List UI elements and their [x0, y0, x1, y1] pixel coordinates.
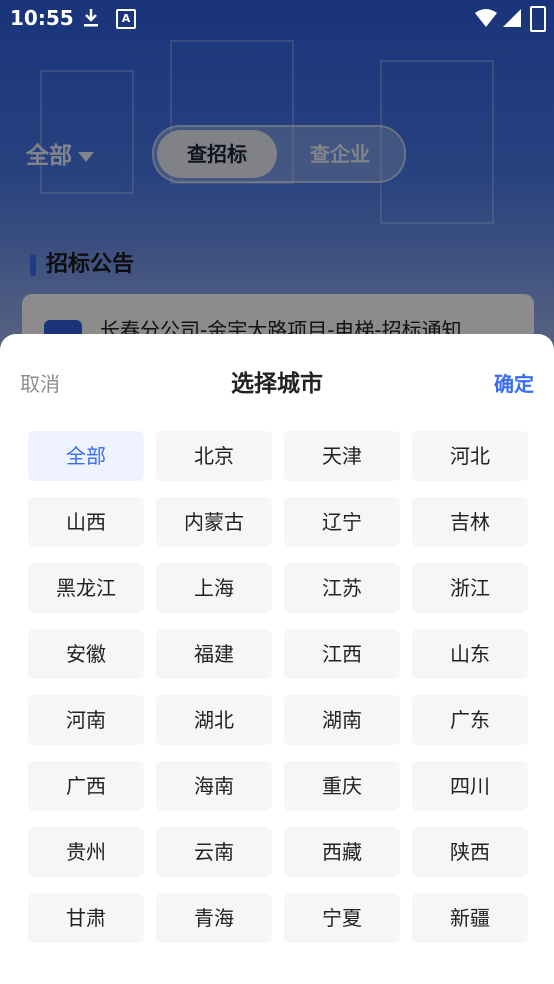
city-option[interactable]: 上海 — [156, 563, 272, 613]
city-option[interactable]: 天津 — [284, 431, 400, 481]
city-option[interactable]: 湖北 — [156, 695, 272, 745]
city-option[interactable]: 江西 — [284, 629, 400, 679]
city-option[interactable]: 江苏 — [284, 563, 400, 613]
city-option[interactable]: 浙江 — [412, 563, 528, 613]
city-option[interactable]: 河北 — [412, 431, 528, 481]
sheet-header: 取消 选择城市 确定 — [0, 334, 554, 422]
city-option[interactable]: 四川 — [412, 761, 528, 811]
city-option[interactable]: 海南 — [156, 761, 272, 811]
city-option[interactable]: 陕西 — [412, 827, 528, 877]
city-option[interactable]: 青海 — [156, 893, 272, 943]
app-notification-icon: A — [116, 9, 136, 29]
city-option[interactable]: 山东 — [412, 629, 528, 679]
city-option[interactable]: 甘肃 — [28, 893, 144, 943]
city-option[interactable]: 西藏 — [284, 827, 400, 877]
city-grid: 全部 北京 天津 河北山西 内蒙古 辽宁 吉林黑龙江 上海 江苏 浙江安徽 福建 江西 山东河南 湖北 湖南… — [28, 431, 530, 943]
city-picker-sheet: 取消 选择城市 确定 全部 北京 天津 河北山西 内蒙古 辽宁 吉林黑龙江 上海 江苏 浙江安徽福… — [0, 334, 554, 984]
city-option[interactable]: 湖南 — [284, 695, 400, 745]
city-option[interactable]: 重庆 — [284, 761, 400, 811]
city-option[interactable]: 河南 — [28, 695, 144, 745]
download-icon — [84, 9, 98, 27]
city-option[interactable]: 福建 — [156, 629, 272, 679]
city-option[interactable]: 贵州 — [28, 827, 144, 877]
city-option[interactable]: 山西 — [28, 497, 144, 547]
city-option[interactable]: 新疆 — [412, 893, 528, 943]
city-option[interactable]: 北京 — [156, 431, 272, 481]
city-option[interactable]: 宁夏 — [284, 893, 400, 943]
city-option[interactable]: 内蒙古 — [156, 497, 272, 547]
battery-icon — [530, 6, 546, 32]
city-option[interactable]: 吉林 — [412, 497, 528, 547]
status-bar: 10:55 A — [0, 0, 554, 38]
city-option[interactable]: 云南 — [156, 827, 272, 877]
sheet-title: 选择城市 — [231, 371, 323, 397]
city-option[interactable]: 全部 — [28, 431, 144, 481]
wifi-icon — [475, 9, 497, 27]
city-option[interactable]: 辽宁 — [284, 497, 400, 547]
cell-signal-icon — [503, 9, 521, 27]
city-option[interactable]: 安徽 — [28, 629, 144, 679]
status-time: 10:55 — [10, 6, 74, 30]
city-option[interactable]: 黑龙江 — [28, 563, 144, 613]
city-option[interactable]: 广东 — [412, 695, 528, 745]
city-option[interactable]: 广西 — [28, 761, 144, 811]
confirm-button[interactable]: 确定 — [494, 368, 534, 397]
